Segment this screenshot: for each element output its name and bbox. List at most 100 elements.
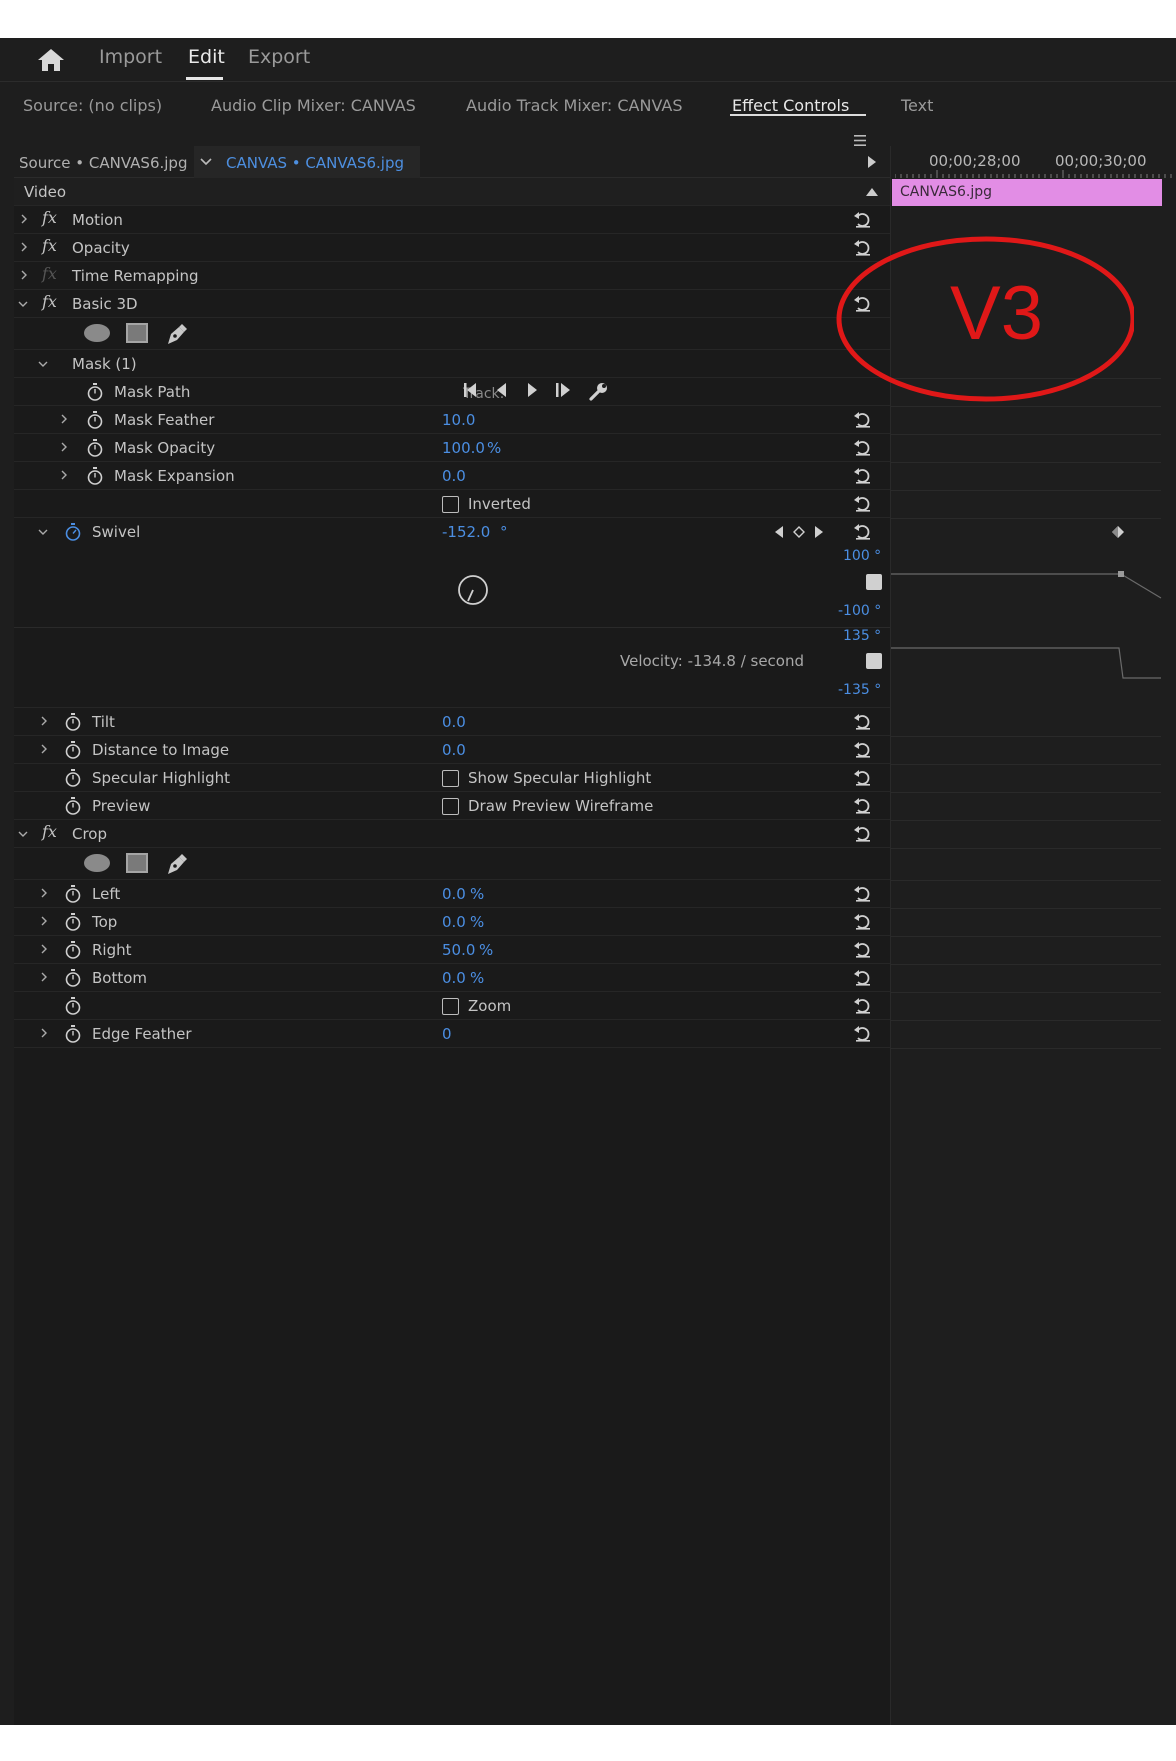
tab-audio-clip-mixer[interactable]: Audio Clip Mixer: CANVAS	[211, 96, 416, 115]
show-specular-checkbox[interactable]	[442, 770, 459, 787]
ellipse-mask-icon[interactable]	[84, 324, 110, 342]
reset-icon[interactable]	[853, 210, 873, 230]
fx-badge-icon[interactable]: fx	[42, 208, 57, 227]
effect-row-time-remapping[interactable]: fx Time Remapping	[14, 262, 890, 290]
reset-icon[interactable]	[853, 1024, 873, 1044]
swivel-value[interactable]: -152.0	[442, 523, 490, 541]
chevron-right-icon[interactable]	[60, 470, 68, 480]
chevron-right-icon[interactable]	[40, 944, 48, 954]
chevron-right-icon[interactable]	[40, 1028, 48, 1038]
track-forward-icon[interactable]	[522, 380, 542, 400]
swivel-curve-graph[interactable]	[891, 546, 1176, 706]
source-clip-label[interactable]: Source • CANVAS6.jpg	[19, 154, 187, 172]
chevron-right-icon[interactable]	[40, 744, 48, 754]
reset-icon[interactable]	[853, 494, 873, 514]
reset-icon[interactable]	[853, 740, 873, 760]
mask-expansion-value[interactable]: 0.0	[442, 467, 466, 485]
tab-text[interactable]: Text	[901, 96, 933, 115]
velocity-graph-scale-button[interactable]	[866, 653, 882, 669]
reset-icon[interactable]	[853, 796, 873, 816]
reset-icon[interactable]	[853, 968, 873, 988]
chevron-right-icon[interactable]	[40, 916, 48, 926]
workspace-edit[interactable]: Edit	[188, 46, 225, 68]
keyframe-diamond-icon[interactable]	[1111, 525, 1125, 539]
stopwatch-active-icon[interactable]	[64, 522, 82, 542]
home-icon[interactable]	[36, 47, 66, 73]
track-selected-forward-icon[interactable]	[552, 380, 576, 400]
stopwatch-icon[interactable]	[86, 466, 104, 486]
mask-opacity-value[interactable]: 100.0	[442, 439, 485, 457]
scroll-up-icon[interactable]	[866, 188, 878, 196]
track-backward-icon[interactable]	[492, 380, 512, 400]
stopwatch-icon[interactable]	[64, 884, 82, 904]
track-selected-backward-icon[interactable]	[462, 380, 488, 400]
workspace-import[interactable]: Import	[99, 46, 162, 68]
mask-row[interactable]: Mask (1)	[14, 350, 890, 378]
mask-feather-value[interactable]: 10.0	[442, 411, 475, 429]
timeline-ruler[interactable]: 00;00;28;00 00;00;30;00	[891, 146, 1176, 178]
stopwatch-icon[interactable]	[64, 768, 82, 788]
rectangle-mask-icon[interactable]	[126, 853, 148, 873]
reset-icon[interactable]	[853, 522, 873, 542]
stopwatch-icon[interactable]	[86, 382, 104, 402]
stopwatch-icon[interactable]	[64, 940, 82, 960]
effect-row-basic3d[interactable]: fx Basic 3D	[14, 290, 890, 318]
chevron-down-icon[interactable]	[18, 830, 28, 838]
reset-icon[interactable]	[853, 768, 873, 788]
reset-icon[interactable]	[853, 996, 873, 1016]
stopwatch-icon[interactable]	[64, 712, 82, 732]
rectangle-mask-icon[interactable]	[126, 323, 148, 343]
chevron-right-icon[interactable]	[60, 414, 68, 424]
tab-effect-controls[interactable]: Effect Controls	[732, 96, 849, 115]
stopwatch-icon[interactable]	[86, 410, 104, 430]
draw-wireframe-checkbox[interactable]	[442, 798, 459, 815]
stopwatch-icon[interactable]	[64, 912, 82, 932]
effect-row-motion[interactable]: fx Motion	[14, 206, 890, 234]
crop-top-value[interactable]: 0.0	[442, 913, 466, 931]
reset-icon[interactable]	[853, 912, 873, 932]
tab-source[interactable]: Source: (no clips)	[23, 96, 162, 115]
reset-icon[interactable]	[853, 824, 873, 844]
effect-row-crop[interactable]: fx Crop	[14, 820, 890, 848]
edge-feather-value[interactable]: 0	[442, 1025, 452, 1043]
pen-mask-icon[interactable]	[164, 322, 188, 346]
previous-keyframe-icon[interactable]	[774, 526, 784, 538]
zoom-checkbox[interactable]	[442, 998, 459, 1015]
chevron-right-icon[interactable]	[40, 972, 48, 982]
reset-icon[interactable]	[853, 466, 873, 486]
chevron-right-icon[interactable]	[40, 716, 48, 726]
angle-dial-icon[interactable]	[456, 573, 490, 607]
reset-icon[interactable]	[853, 884, 873, 904]
stopwatch-icon[interactable]	[64, 1024, 82, 1044]
fx-badge-icon[interactable]: fx	[42, 292, 57, 311]
pen-mask-icon[interactable]	[164, 852, 188, 876]
panel-menu-icon[interactable]	[854, 135, 866, 146]
tab-audio-track-mixer[interactable]: Audio Track Mixer: CANVAS	[466, 96, 682, 115]
stopwatch-icon[interactable]	[86, 438, 104, 458]
timeline-clip[interactable]: CANVAS6.jpg	[892, 179, 1162, 206]
chevron-down-icon[interactable]	[38, 360, 48, 368]
stopwatch-icon[interactable]	[64, 740, 82, 760]
reset-icon[interactable]	[853, 438, 873, 458]
chevron-right-icon[interactable]	[40, 888, 48, 898]
next-keyframe-icon[interactable]	[814, 526, 824, 538]
stopwatch-icon[interactable]	[64, 968, 82, 988]
crop-right-value[interactable]: 50.0	[442, 941, 475, 959]
effect-row-opacity[interactable]: fx Opacity	[14, 234, 890, 262]
chevron-down-icon[interactable]	[38, 528, 48, 536]
inverted-checkbox[interactable]	[442, 496, 459, 513]
stopwatch-icon[interactable]	[64, 996, 82, 1016]
reset-icon[interactable]	[853, 712, 873, 732]
fx-badge-icon[interactable]: fx	[42, 236, 57, 255]
crop-left-value[interactable]: 0.0	[442, 885, 466, 903]
distance-value[interactable]: 0.0	[442, 741, 466, 759]
value-graph-scale-button[interactable]	[866, 574, 882, 590]
chevron-right-icon[interactable]	[60, 442, 68, 452]
wrench-icon[interactable]	[588, 380, 610, 402]
chevron-right-icon[interactable]	[20, 270, 28, 280]
chevron-down-icon[interactable]	[18, 300, 28, 308]
reset-icon[interactable]	[853, 940, 873, 960]
chevron-right-icon[interactable]	[20, 214, 28, 224]
chevron-right-icon[interactable]	[20, 242, 28, 252]
crop-bottom-value[interactable]: 0.0	[442, 969, 466, 987]
